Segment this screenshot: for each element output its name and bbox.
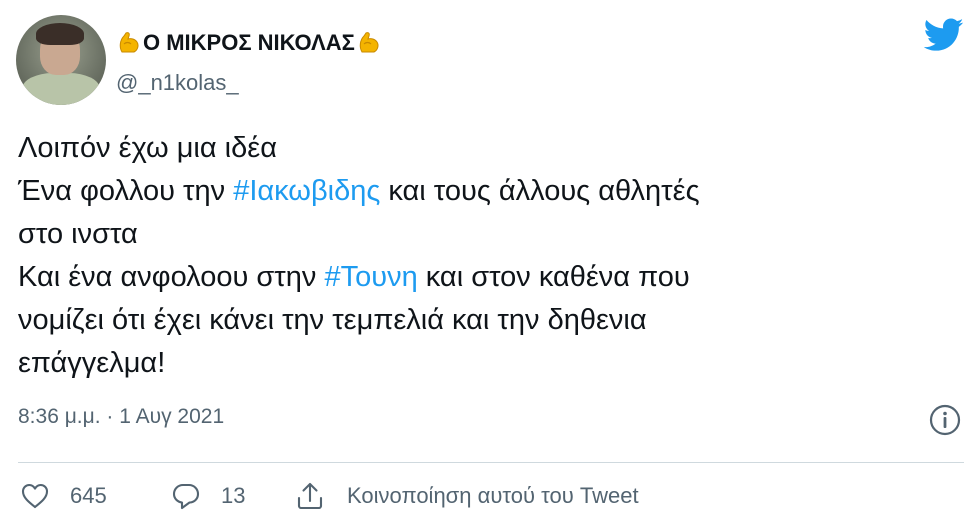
like-count: 645 [70,483,107,508]
tweet-text-segment: Και ένα ανφολοου στην [18,261,325,293]
action-bar: 645 13 Κοινοποίηση αυτού του Tweet [0,470,980,522]
tweet-text-segment: επάγγελμα! [18,347,166,379]
hashtag-link[interactable]: #Τουνη [324,261,417,293]
like-button[interactable]: 645 [20,470,107,522]
tweet-text-segment: νομίζει ότι έχει κάνει την τεμπελιά και … [18,304,647,336]
flexed-biceps-icon [116,30,142,56]
twitter-bird-icon[interactable] [923,18,964,52]
display-name[interactable]: Ο ΜΙΚΡΟΣ ΝΙΚΟΛΑΣ [116,30,382,56]
divider [18,462,964,463]
tweet-text-segment: Λοιπόν έχω μια ιδέα [18,132,277,164]
share-label: Κοινοποίηση αυτού του Tweet [347,483,639,508]
tweet-line: επάγγελμα! [18,342,968,385]
reply-icon [171,481,201,511]
tweet-text-segment: και τους άλλους αθλητές [380,175,700,207]
tweet-line: Λοιπόν έχω μια ιδέα [18,127,968,170]
heart-icon [20,481,50,511]
tweet-timestamp[interactable]: 8:36 μ.μ. · 1 Αυγ 2021 [18,405,224,429]
reply-button[interactable]: 13 [171,470,245,522]
tweet-line: Ένα φολλου την #Ιακωβιδης και τους άλλου… [18,170,968,213]
share-button[interactable]: Κοινοποίηση αυτού του Tweet [295,470,639,522]
hashtag-link[interactable]: #Ιακωβιδης [233,175,380,207]
flexed-biceps-icon [356,30,382,56]
tweet-line: νομίζει ότι έχει κάνει την τεμπελιά και … [18,299,968,342]
info-icon[interactable] [928,403,962,437]
display-name-text: Ο ΜΙΚΡΟΣ ΝΙΚΟΛΑΣ [143,30,355,55]
tweet-text-segment: στο ινστα [18,218,138,250]
reply-count: 13 [221,483,246,508]
avatar[interactable] [16,15,106,105]
tweet-text: Λοιπόν έχω μια ιδέα Ένα φολλου την #Ιακω… [18,127,968,385]
tweet-text-segment: και στον καθένα που [417,261,690,293]
share-icon [295,481,325,511]
tweet-text-segment: Ένα φολλου την [18,175,234,207]
tweet-card: Ο ΜΙΚΡΟΣ ΝΙΚΟΛΑΣ @_n1kolas_ Λοιπόν έχω μ… [0,0,980,529]
tweet-line: Και ένα ανφολοου στην #Τουνη και στον κα… [18,256,968,299]
tweet-line: στο ινστα [18,213,968,256]
user-handle[interactable]: @_n1kolas_ [116,70,239,96]
